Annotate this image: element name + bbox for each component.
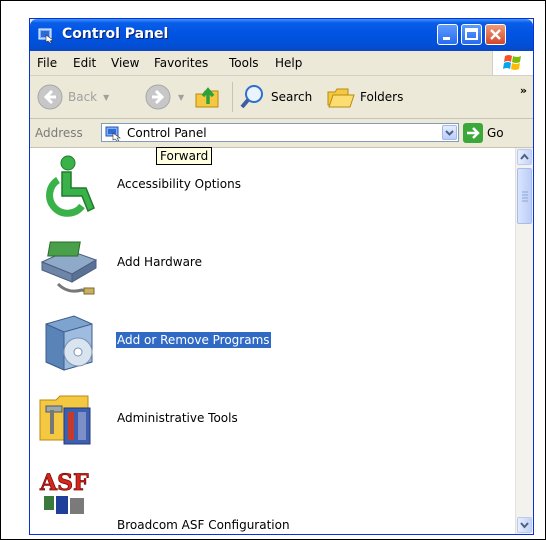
menu-tools[interactable]: Tools bbox=[229, 56, 259, 70]
menu-help[interactable]: Help bbox=[275, 56, 302, 70]
forward-button[interactable]: ▼ bbox=[144, 83, 184, 111]
forward-dropdown-icon[interactable]: ▼ bbox=[178, 93, 184, 102]
menu-view[interactable]: View bbox=[111, 56, 139, 70]
item-label: Administrative Tools bbox=[117, 411, 238, 425]
item-label: Add Hardware bbox=[117, 255, 202, 269]
chevron-down-icon bbox=[445, 130, 454, 136]
title-bar[interactable]: Control Panel bbox=[30, 19, 533, 51]
windows-logo bbox=[492, 51, 533, 75]
accessibility-icon bbox=[46, 155, 95, 217]
go-label: Go bbox=[487, 126, 504, 140]
scroll-up-button[interactable] bbox=[517, 149, 532, 165]
window-title: Control Panel bbox=[62, 26, 169, 42]
control-panel-small-icon bbox=[105, 126, 121, 141]
broadcom-asf-icon: ASF bbox=[39, 470, 89, 514]
back-button[interactable]: Back ▼ bbox=[36, 83, 109, 111]
scroll-down-button[interactable] bbox=[517, 517, 532, 533]
chevron-up-icon bbox=[520, 153, 529, 160]
minimize-button[interactable] bbox=[437, 24, 458, 45]
search-label: Search bbox=[271, 90, 313, 104]
explorer-window: Control Panel File Edit View Favorites T… bbox=[29, 18, 534, 535]
content-pane: Accessibility Options Add Hardware Add o… bbox=[30, 148, 533, 534]
go-button[interactable]: Go bbox=[463, 123, 504, 143]
menu-file[interactable]: File bbox=[37, 56, 57, 70]
address-input[interactable]: Control Panel bbox=[101, 123, 459, 142]
folders-button[interactable]: Folders bbox=[326, 83, 403, 111]
close-icon bbox=[490, 29, 501, 40]
maximize-icon bbox=[465, 28, 478, 40]
menu-edit[interactable]: Edit bbox=[73, 56, 96, 70]
forward-arrow-icon bbox=[145, 84, 171, 110]
list-item-add-remove-programs[interactable]: Add or Remove Programs bbox=[38, 310, 498, 380]
list-item-broadcom-asf[interactable]: ASF Broadcom ASF Configuration bbox=[38, 466, 498, 534]
control-panel-icon bbox=[38, 28, 54, 44]
go-arrow-icon bbox=[463, 123, 483, 143]
toolbar-separator bbox=[232, 82, 233, 112]
grip-icon bbox=[522, 191, 528, 202]
folders-icon bbox=[327, 88, 355, 108]
asf-logo-text: ASF bbox=[39, 470, 89, 496]
list-item-add-hardware[interactable]: Add Hardware bbox=[38, 232, 498, 302]
list-item-accessibility-options[interactable]: Accessibility Options bbox=[38, 154, 498, 224]
up-folder-button[interactable] bbox=[193, 82, 223, 112]
search-button[interactable]: Search bbox=[239, 83, 312, 111]
item-label: Add or Remove Programs bbox=[116, 332, 271, 348]
toolbar: Back ▼ ▼ Search Folders » bbox=[30, 76, 533, 119]
windows-flag-icon bbox=[503, 55, 521, 70]
vertical-scrollbar[interactable] bbox=[515, 148, 533, 534]
toolbar-overflow-icon[interactable]: » bbox=[520, 84, 527, 97]
list-item-administrative-tools[interactable]: Administrative Tools bbox=[38, 386, 498, 456]
back-arrow-icon bbox=[37, 84, 63, 110]
scroll-thumb[interactable] bbox=[517, 168, 532, 224]
address-bar: Address Control Panel Go bbox=[30, 119, 533, 148]
back-dropdown-icon[interactable]: ▼ bbox=[103, 93, 109, 102]
address-dropdown-button[interactable] bbox=[442, 125, 457, 140]
address-label: Address bbox=[35, 126, 83, 140]
item-label: Accessibility Options bbox=[117, 177, 241, 191]
administrative-tools-icon bbox=[39, 395, 91, 445]
hardware-icon bbox=[40, 241, 98, 295]
search-icon bbox=[240, 85, 263, 109]
folder-up-icon bbox=[195, 87, 219, 108]
close-button[interactable] bbox=[485, 24, 506, 45]
forward-tooltip: Forward bbox=[156, 147, 213, 165]
address-value: Control Panel bbox=[127, 126, 207, 140]
menu-favorites[interactable]: Favorites bbox=[154, 56, 208, 70]
chevron-down-icon bbox=[520, 522, 529, 529]
item-label: Broadcom ASF Configuration bbox=[117, 518, 290, 532]
minimize-icon bbox=[443, 37, 450, 40]
back-label: Back bbox=[68, 90, 98, 104]
menu-bar: File Edit View Favorites Tools Help bbox=[30, 51, 533, 76]
maximize-button[interactable] bbox=[461, 24, 482, 45]
add-remove-programs-icon bbox=[45, 315, 93, 371]
folders-label: Folders bbox=[360, 90, 404, 104]
